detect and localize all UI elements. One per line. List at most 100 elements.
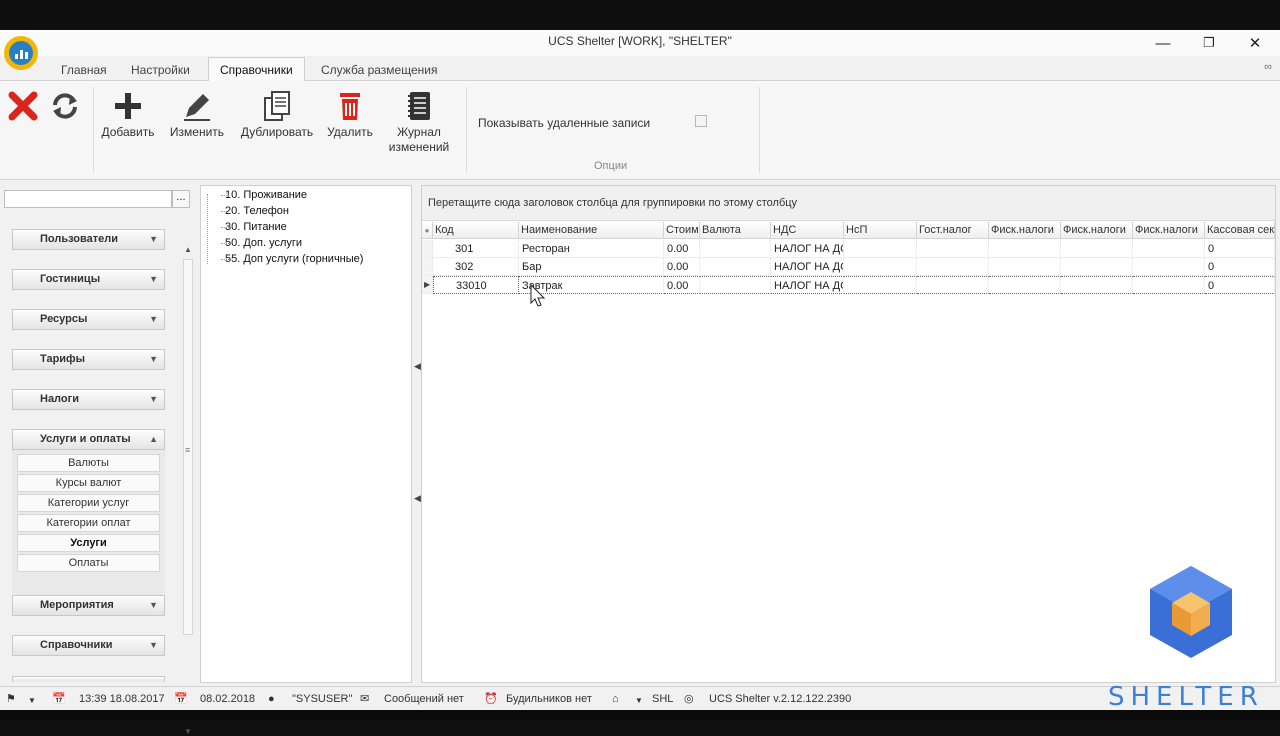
tree-item[interactable]: 55. Доп услуги (горничные) <box>220 251 363 267</box>
window-title: UCS Shelter [WORK], "SHELTER" <box>548 34 732 48</box>
tab-nastroyki[interactable]: Настройки <box>120 61 201 80</box>
tree-item[interactable]: 20. Телефон <box>221 203 289 219</box>
column-header-fiscal-tax-1[interactable]: Фиск.налоги <box>989 222 1061 239</box>
status-hotel: SHL <box>652 693 674 705</box>
tree-item[interactable]: 30. Питание <box>221 219 287 235</box>
brand-cube-icon <box>1148 564 1234 660</box>
row-indicator-header[interactable]: ● <box>422 222 433 239</box>
table-row-selected[interactable]: ▶ 33010 Завтрак 0.00 НАЛОГ НА ДС 0 <box>422 276 1275 294</box>
add-button[interactable]: Добавить <box>100 87 156 140</box>
delete-button[interactable]: Удалить <box>324 87 376 140</box>
nav-item-service-categories[interactable]: Категории услуг <box>17 494 160 512</box>
chevron-down-icon: ▼ <box>149 234 158 244</box>
column-header-vat[interactable]: НДС <box>771 222 844 239</box>
nav-search-input[interactable] <box>4 190 172 208</box>
column-header-city-tax[interactable]: Гост.налог <box>917 222 989 239</box>
envelope-icon: ✉ <box>360 693 370 705</box>
nav-scrollbar[interactable]: ▲ ≡ ▼ <box>182 245 194 736</box>
column-header-cost[interactable]: Стоим <box>664 222 700 239</box>
tab-spravochniki[interactable]: Справочники <box>208 57 305 81</box>
ribbon: Добавить Изменить Дублировать Удалить Жу… <box>0 81 1280 180</box>
panel-splitter[interactable]: ◀ ◀ <box>413 185 421 683</box>
column-header-nsp[interactable]: НсП <box>844 222 917 239</box>
flag-icon[interactable]: ⚑ <box>6 691 16 707</box>
app-logo-icon[interactable] <box>4 36 38 70</box>
table-row[interactable]: 302 Бар 0.00 НАЛОГ НА ДС 0 <box>422 258 1275 276</box>
chevron-down-icon[interactable]: ▼ <box>28 693 36 709</box>
nav-group-references[interactable]: Справочники ▼ <box>12 635 165 656</box>
tab-sluzhba-razmeshcheniya[interactable]: Служба размещения <box>310 61 448 80</box>
nav-group-resources[interactable]: Ресурсы ▼ <box>12 309 165 330</box>
tree-item[interactable]: 10. Проживание <box>220 187 307 203</box>
nav-group-events[interactable]: Мероприятия ▼ <box>12 595 165 616</box>
edit-button-label: Изменить <box>169 125 225 139</box>
nav-group-events-label: Мероприятия <box>40 599 114 611</box>
tree-item[interactable]: 50. Доп. услуги <box>220 235 302 251</box>
status-user[interactable]: "SYSUSER" <box>292 691 352 707</box>
cell-fiscal-tax-2 <box>1061 240 1133 258</box>
pencil-icon <box>166 87 228 125</box>
nav-group-tariffs[interactable]: Тарифы ▼ <box>12 349 165 370</box>
home-icon[interactable]: ⌂ <box>612 691 619 707</box>
chevron-down-icon[interactable]: ▼ <box>635 693 643 709</box>
nav-item-currencies[interactable]: Валюты <box>17 454 160 472</box>
cell-city-tax <box>917 276 989 294</box>
cell-name: Бар <box>519 258 664 276</box>
nav-group-hotels[interactable]: Гостиницы ▼ <box>12 269 165 290</box>
status-alarms[interactable]: Будильников нет <box>506 691 592 707</box>
show-deleted-checkbox[interactable] <box>695 115 707 127</box>
restore-button[interactable]: ❐ <box>1186 30 1232 56</box>
calendar-icon: 📅 <box>174 693 188 705</box>
cell-city-tax <box>917 240 989 258</box>
minimize-button[interactable]: — <box>1140 30 1186 56</box>
tab-glavnaya[interactable]: Главная <box>50 61 118 80</box>
alarm-clock-icon: ⏰ <box>484 693 498 705</box>
collapse-left-icon[interactable]: ◀ <box>414 493 421 504</box>
nav-item-services[interactable]: Услуги <box>17 534 160 552</box>
category-tree: 10. Проживание 20. Телефон 30. Питание 5… <box>200 185 412 683</box>
column-header-cash-section[interactable]: Кассовая сек <box>1205 222 1275 239</box>
nav-group-services-payments[interactable]: Услуги и оплаты ▲ <box>12 429 165 450</box>
cell-city-tax <box>917 258 989 276</box>
duplicate-icon <box>238 87 316 125</box>
scroll-down-icon[interactable]: ▼ <box>184 727 192 736</box>
search-more-button[interactable]: ... <box>172 190 190 208</box>
column-header-fiscal-tax-3[interactable]: Фиск.налоги <box>1133 222 1205 239</box>
group-by-panel[interactable]: Перетащите сюда заголовок столбца для гр… <box>422 186 1275 221</box>
cell-code[interactable]: 33010 <box>433 276 519 294</box>
journal-button[interactable]: Журнал изменений <box>384 87 454 155</box>
cell-cost: 0.00 <box>664 276 700 294</box>
duplicate-button[interactable]: Дублировать <box>238 87 316 140</box>
cell-fiscal-tax-2 <box>1061 258 1133 276</box>
navigation-panel: ... Пользователи ▼ Гостиницы ▼ Ресурсы ▼ Та… <box>0 185 198 736</box>
close-window-button[interactable]: ✕ <box>1232 30 1278 56</box>
close-red-icon[interactable] <box>6 89 40 123</box>
column-header-name[interactable]: Наименование <box>519 222 664 239</box>
cell-currency <box>700 240 771 258</box>
collapse-ribbon-icon[interactable]: ∞ <box>1264 61 1272 73</box>
refresh-icon[interactable] <box>48 89 82 123</box>
column-header-code[interactable]: Код <box>433 222 519 239</box>
globe-icon: ◎ <box>684 693 694 705</box>
status-date: 08.02.2018 <box>200 693 256 705</box>
nav-group-users[interactable]: Пользователи ▼ <box>12 229 165 250</box>
scroll-up-icon[interactable]: ▲ <box>184 245 192 254</box>
nav-group-partial <box>12 676 165 682</box>
nav-item-payments[interactable]: Оплаты <box>17 554 160 572</box>
collapse-left-icon[interactable]: ◀ <box>414 361 421 372</box>
ribbon-separator <box>466 87 467 173</box>
tree-line <box>207 194 208 264</box>
nav-item-exchange-rates[interactable]: Курсы валют <box>17 474 160 492</box>
os-taskbar <box>0 710 1280 720</box>
chevron-down-icon: ▼ <box>149 640 158 650</box>
column-header-currency[interactable]: Валюта <box>700 222 771 239</box>
status-messages[interactable]: Сообщений нет <box>384 691 464 707</box>
nav-group-taxes[interactable]: Налоги ▼ <box>12 389 165 410</box>
edit-button[interactable]: Изменить <box>166 87 228 140</box>
status-bar: ⚑ ▼ 📅 13:39 18.08.2017 📅 08.02.2018 ● "S… <box>0 686 1280 711</box>
table-row[interactable]: 301 Ресторан 0.00 НАЛОГ НА ДС 0 <box>422 240 1275 258</box>
cell-fiscal-tax-1 <box>989 240 1061 258</box>
trash-icon <box>324 87 376 125</box>
column-header-fiscal-tax-2[interactable]: Фиск.налоги <box>1061 222 1133 239</box>
nav-item-payment-categories[interactable]: Категории оплат <box>17 514 160 532</box>
